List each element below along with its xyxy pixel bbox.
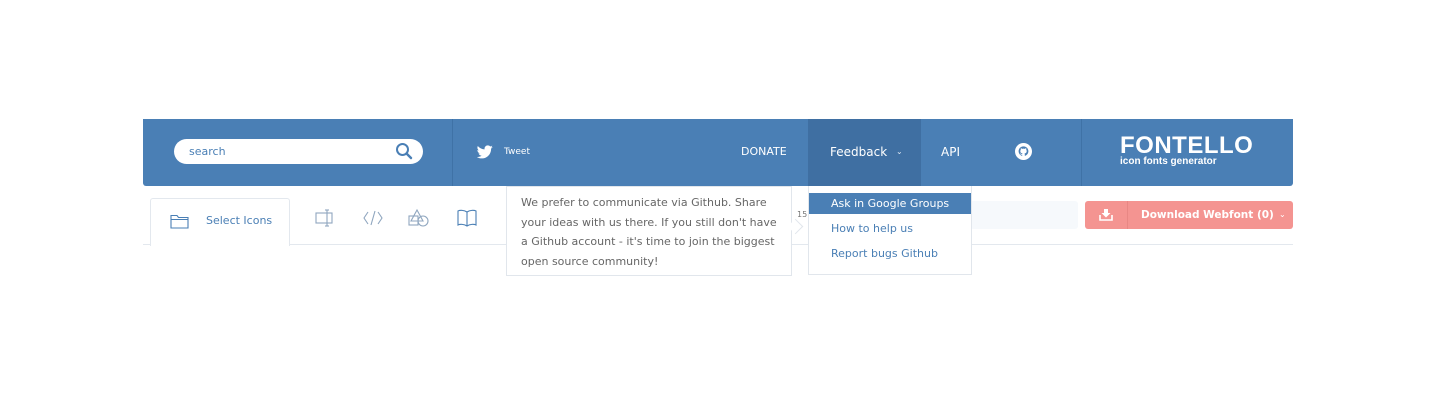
menu-item-google-groups[interactable]: Ask in Google Groups: [809, 193, 971, 214]
book-icon[interactable]: [456, 208, 478, 228]
nav-feedback[interactable]: Feedback ⌄: [808, 119, 921, 186]
menu-item-label: Ask in Google Groups: [831, 197, 950, 210]
fontello-logo[interactable]: FONTELLO icon fonts generator: [1120, 134, 1253, 167]
tab-select-icons-label: Select Icons: [206, 214, 273, 227]
menu-item-label: How to help us: [831, 222, 914, 235]
tweet-button[interactable]: Tweet: [477, 145, 530, 159]
download-webfont-label: Download Webfont (0): [1141, 209, 1274, 221]
menu-item-report-bugs[interactable]: Report bugs Github: [809, 243, 971, 264]
search-input[interactable]: [189, 139, 389, 164]
font-name-input[interactable]: [970, 201, 1078, 229]
glyph-counter: 15: [797, 210, 808, 219]
tweet-label: Tweet: [504, 147, 530, 157]
popover-arrow: [787, 218, 804, 235]
feedback-dropdown: Ask in Google Groups How to help us Repo…: [808, 186, 972, 275]
menu-item-label: Report bugs Github: [831, 247, 938, 260]
customize-names-icon[interactable]: [314, 208, 336, 228]
logo-title: FONTELLO: [1120, 132, 1254, 159]
twitter-icon: [477, 145, 493, 159]
header-divider: [1081, 119, 1082, 186]
shapes-icon[interactable]: [408, 208, 430, 228]
tab-select-icons[interactable]: Select Icons: [150, 198, 290, 246]
github-icon[interactable]: [1015, 143, 1032, 160]
search-icon[interactable]: [395, 142, 413, 160]
top-navbar: Tweet DONATE Feedback ⌄ API FONTELLO ico…: [143, 119, 1293, 186]
feedback-popover: We prefer to communicate via Github. Sha…: [506, 186, 804, 276]
nav-api[interactable]: API: [941, 145, 960, 159]
chevron-down-icon[interactable]: ⌄: [1279, 210, 1286, 219]
nav-feedback-label: Feedback: [830, 145, 888, 159]
menu-item-help-us[interactable]: How to help us: [809, 218, 971, 239]
search-box[interactable]: [174, 139, 423, 164]
customize-codes-icon[interactable]: [362, 208, 384, 228]
header-divider: [452, 119, 453, 186]
download-webfont-button[interactable]: Download Webfont (0) ⌄: [1085, 201, 1293, 229]
download-icon: [1099, 209, 1113, 221]
download-icon-area[interactable]: [1085, 201, 1128, 229]
popover-text: We prefer to communicate via Github. Sha…: [521, 196, 777, 268]
nav-donate[interactable]: DONATE: [741, 145, 787, 158]
chevron-down-icon: ⌄: [896, 147, 903, 156]
folder-icon: [170, 214, 189, 229]
